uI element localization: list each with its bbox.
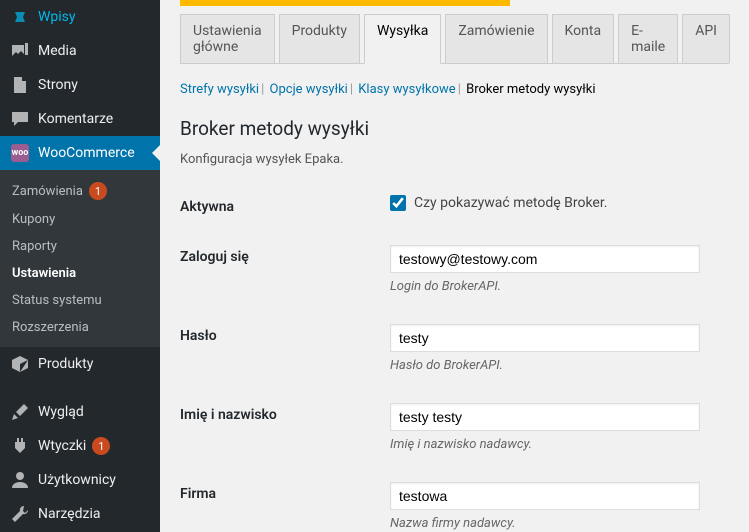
submenu-item-extensions[interactable]: Rozszerzenia xyxy=(0,314,160,341)
sidebar-submenu: Zamówienia 1 Kupony Raporty Ustawienia St… xyxy=(0,170,160,347)
tab-products[interactable]: Produkty xyxy=(279,14,360,63)
sidebar-item-label: Wpisy xyxy=(38,9,76,25)
page-description: Konfiguracja wysyłek Epaka. xyxy=(180,152,729,167)
password-help: Hasło do BrokerAPI. xyxy=(390,358,729,373)
sidebar-item-comments[interactable]: Komentarze xyxy=(0,102,160,136)
company-help: Nazwa firmy nadawcy. xyxy=(390,516,729,531)
submenu-item-settings[interactable]: Ustawienia xyxy=(0,260,160,287)
sidebar-item-label: Narzędzia xyxy=(38,506,100,522)
submenu-label: Status systemu xyxy=(12,293,102,308)
active-checkbox[interactable] xyxy=(390,195,406,211)
woocommerce-icon: woo xyxy=(10,143,30,163)
sidebar-item-label: Produkty xyxy=(38,356,93,372)
tab-accounts[interactable]: Konta xyxy=(552,14,615,63)
admin-sidebar: Wpisy Media Strony Komentarze woo WooComm… xyxy=(0,0,160,532)
plugin-icon xyxy=(10,436,30,456)
sub-navigation: Strefy wysyłki| Opcje wysyłki| Klasy wys… xyxy=(180,82,729,97)
active-checkbox-wrap[interactable]: Czy pokazywać metodę Broker. xyxy=(390,195,729,211)
submenu-item-reports[interactable]: Raporty xyxy=(0,233,160,260)
submenu-label: Raporty xyxy=(12,239,57,254)
label-password: Hasło xyxy=(180,324,390,344)
sidebar-item-users[interactable]: Użytkownicy xyxy=(0,463,160,497)
password-input[interactable] xyxy=(390,324,700,352)
label-name: Imię i nazwisko xyxy=(180,403,390,423)
sidebar-item-tools[interactable]: Narzędzia xyxy=(0,497,160,531)
submenu-item-coupons[interactable]: Kupony xyxy=(0,206,160,233)
label-active: Aktywna xyxy=(180,195,390,215)
wrench-icon xyxy=(10,504,30,524)
sidebar-item-appearance[interactable]: Wygląd xyxy=(0,395,160,429)
settings-tabs: Ustawienia główne Produkty Wysyłka Zamów… xyxy=(180,14,729,64)
login-help: Login do BrokerAPI. xyxy=(390,279,729,294)
user-icon xyxy=(10,470,30,490)
tab-shipping[interactable]: Wysyłka xyxy=(364,14,441,64)
name-input[interactable] xyxy=(390,403,700,431)
subnav-zones[interactable]: Strefy wysyłki xyxy=(180,82,259,97)
name-help: Imię i nazwisko nadawcy. xyxy=(390,437,729,452)
page-heading: Broker metody wysyłki xyxy=(180,117,729,140)
company-input[interactable] xyxy=(390,482,700,510)
sidebar-item-label: Media xyxy=(38,43,77,59)
sidebar-item-media[interactable]: Media xyxy=(0,34,160,68)
subnav-classes[interactable]: Klasy wysyłkowe xyxy=(358,82,455,97)
submenu-label: Kupony xyxy=(12,212,55,227)
sidebar-item-label: Użytkownicy xyxy=(38,472,116,488)
tab-general[interactable]: Ustawienia główne xyxy=(180,14,275,63)
label-company: Firma xyxy=(180,482,390,502)
sidebar-item-plugins[interactable]: Wtyczki 1 xyxy=(0,429,160,463)
label-login: Zaloguj się xyxy=(180,245,390,265)
brush-icon xyxy=(10,402,30,422)
active-checkbox-label: Czy pokazywać metodę Broker. xyxy=(414,195,607,211)
submenu-item-status[interactable]: Status systemu xyxy=(0,287,160,314)
subnav-options[interactable]: Opcje wysyłki xyxy=(270,82,348,97)
badge: 1 xyxy=(89,182,107,200)
media-icon xyxy=(10,41,30,61)
page-icon xyxy=(10,75,30,95)
sidebar-item-pages[interactable]: Strony xyxy=(0,68,160,102)
sidebar-item-products[interactable]: Produkty xyxy=(0,347,160,381)
sidebar-item-posts[interactable]: Wpisy xyxy=(0,0,160,34)
products-icon xyxy=(10,354,30,374)
sidebar-item-label: Komentarze xyxy=(38,111,113,127)
notice-bar xyxy=(180,0,510,6)
tab-checkout[interactable]: Zamówienie xyxy=(445,14,547,63)
login-input[interactable] xyxy=(390,245,700,273)
badge: 1 xyxy=(92,437,110,455)
tab-emails[interactable]: E-maile xyxy=(618,14,678,63)
pin-icon xyxy=(10,7,30,27)
comment-icon xyxy=(10,109,30,129)
sidebar-item-label: Wygląd xyxy=(38,404,84,420)
submenu-label: Rozszerzenia xyxy=(12,320,89,335)
submenu-label: Zamówienia xyxy=(12,184,83,199)
tab-api[interactable]: API xyxy=(682,14,730,63)
sidebar-item-label: Strony xyxy=(38,77,78,93)
main-content: Ustawienia główne Produkty Wysyłka Zamów… xyxy=(160,0,749,532)
sidebar-item-woocommerce[interactable]: woo WooCommerce xyxy=(0,136,160,170)
submenu-item-orders[interactable]: Zamówienia 1 xyxy=(0,176,160,206)
subnav-current: Broker metody wysyłki xyxy=(466,82,595,97)
sidebar-item-label: WooCommerce xyxy=(38,145,135,161)
submenu-label: Ustawienia xyxy=(12,266,76,281)
sidebar-item-label: Wtyczki xyxy=(38,438,86,454)
